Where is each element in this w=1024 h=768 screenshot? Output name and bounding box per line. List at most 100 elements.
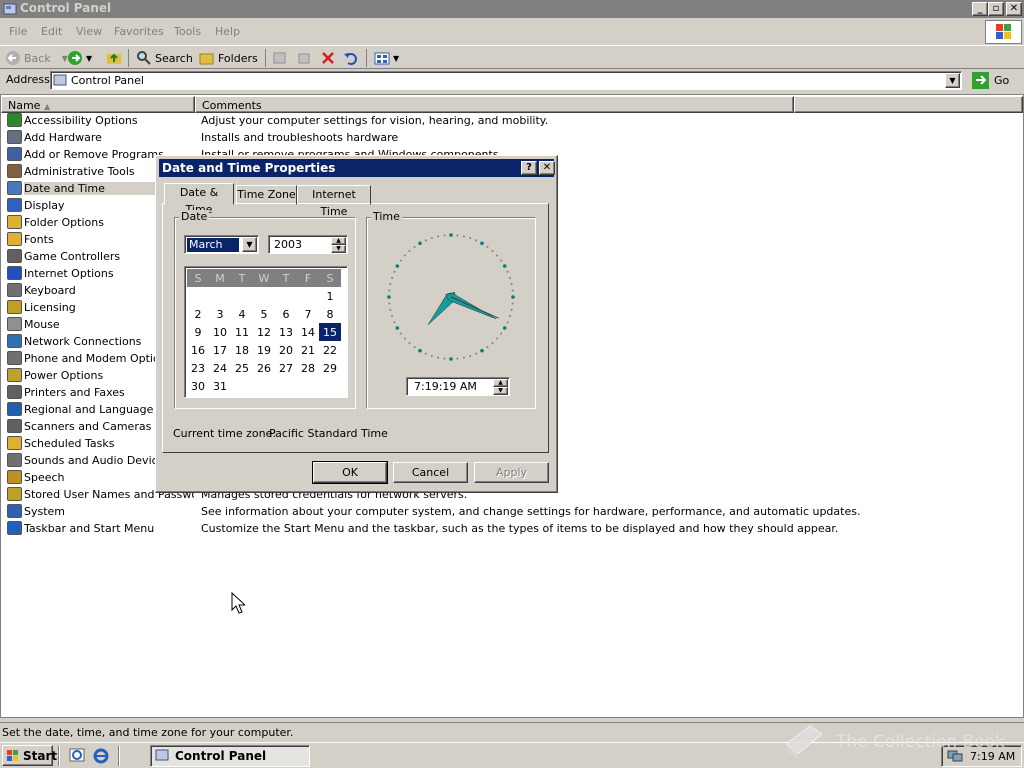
- standard-toolbar: Back ▼ ▼ Search Folders ▼: [0, 45, 1024, 69]
- calendar-day[interactable]: 27: [275, 359, 297, 377]
- undo-icon[interactable]: [343, 50, 359, 66]
- calendar-day: [231, 377, 253, 395]
- clock-minute-mark: [388, 289, 391, 292]
- item-icon: [7, 249, 22, 263]
- calendar[interactable]: SMTWTFS 1 2 3 4 5 6 7 8 9 10 11 12 13 14 15 16 17 18 19 20 2…: [184, 266, 348, 398]
- dialog-help-button[interactable]: ?: [521, 161, 537, 175]
- tab-time-zone[interactable]: Time Zone: [236, 185, 297, 205]
- menu-tools[interactable]: Tools: [174, 25, 201, 38]
- year-down-button[interactable]: ▼: [331, 245, 346, 253]
- ok-button[interactable]: OK: [312, 461, 388, 484]
- clock-minute-mark: [486, 245, 489, 248]
- calendar-day[interactable]: 5: [253, 305, 275, 323]
- month-select[interactable]: March ▼: [184, 235, 259, 254]
- list-item[interactable]: Add Hardware Installs and troubleshoots h…: [3, 129, 1003, 146]
- clock-hour-mark: [387, 295, 391, 299]
- clock-minute-mark: [456, 234, 459, 237]
- calendar-day[interactable]: 30: [187, 377, 209, 395]
- calendar-day[interactable]: 21: [297, 341, 319, 359]
- menu-view[interactable]: View: [76, 25, 102, 38]
- folders-button[interactable]: Folders: [199, 50, 258, 66]
- menu-favorites[interactable]: Favorites: [114, 25, 164, 38]
- calendar-day[interactable]: 22: [319, 341, 341, 359]
- forward-button[interactable]: ▼: [67, 50, 92, 66]
- dialog-close-button[interactable]: ✕: [539, 161, 555, 175]
- calendar-day[interactable]: 12: [253, 323, 275, 341]
- calendar-day[interactable]: 1: [319, 287, 341, 305]
- go-button[interactable]: Go: [970, 71, 1020, 90]
- calendar-day[interactable]: 17: [209, 341, 231, 359]
- item-comment: Adjust your computer settings for vision…: [201, 114, 549, 127]
- address-input[interactable]: Control Panel ▼: [50, 71, 962, 90]
- month-dropdown-button[interactable]: ▼: [242, 237, 257, 252]
- list-item[interactable]: Taskbar and Start Menu Customize the Star…: [3, 520, 1003, 537]
- item-name: Add Hardware: [24, 131, 102, 144]
- start-button[interactable]: Start: [2, 745, 57, 766]
- apply-button[interactable]: Apply: [474, 462, 549, 483]
- clock-second-hand: [450, 296, 499, 319]
- delete-icon[interactable]: [320, 50, 336, 66]
- calendar-day[interactable]: 28: [297, 359, 319, 377]
- calendar-day[interactable]: 4: [231, 305, 253, 323]
- internet-explorer-icon[interactable]: [93, 747, 110, 764]
- year-stepper[interactable]: 2003 ▲ ▼: [268, 235, 348, 254]
- calendar-day[interactable]: 9: [187, 323, 209, 341]
- menu-file[interactable]: File: [9, 25, 27, 38]
- dialog-title: Date and Time Properties: [162, 161, 336, 175]
- minimize-button[interactable]: _: [972, 2, 988, 16]
- list-item[interactable]: System See information about your compute…: [3, 503, 1003, 520]
- calendar-day[interactable]: 13: [275, 323, 297, 341]
- calendar-day[interactable]: 23: [187, 359, 209, 377]
- calendar-day[interactable]: 26: [253, 359, 275, 377]
- back-button[interactable]: Back ▼: [5, 50, 68, 66]
- move-to-icon[interactable]: [272, 50, 288, 66]
- calendar-day[interactable]: 14: [297, 323, 319, 341]
- calendar-day[interactable]: 25: [231, 359, 253, 377]
- menu-edit[interactable]: Edit: [41, 25, 62, 38]
- time-down-button[interactable]: ▼: [493, 387, 508, 395]
- show-desktop-icon[interactable]: [69, 747, 86, 764]
- up-folder-button[interactable]: [106, 50, 122, 66]
- column-header-name[interactable]: Name ▲: [1, 96, 195, 113]
- taskbar-button-control-panel[interactable]: Control Panel: [150, 745, 310, 767]
- tab-internet-time[interactable]: Internet Time: [297, 185, 371, 218]
- calendar-day[interactable]: 19: [253, 341, 275, 359]
- views-button[interactable]: ▼: [374, 50, 399, 66]
- calendar-day[interactable]: 20: [275, 341, 297, 359]
- calendar-day[interactable]: 10: [209, 323, 231, 341]
- calendar-day[interactable]: 31: [209, 377, 231, 395]
- year-up-button[interactable]: ▲: [331, 237, 346, 245]
- calendar-day[interactable]: 2: [187, 305, 209, 323]
- search-button[interactable]: Search: [136, 50, 193, 66]
- menu-help[interactable]: Help: [215, 25, 240, 38]
- cancel-button[interactable]: Cancel: [393, 462, 468, 483]
- calendar-day[interactable]: 11: [231, 323, 253, 341]
- item-icon: [7, 521, 22, 535]
- calendar-day[interactable]: 7: [297, 305, 319, 323]
- column-header-comments[interactable]: Comments: [195, 96, 794, 113]
- time-stepper[interactable]: 7:19:19 AM ▲ ▼: [406, 377, 510, 396]
- calendar-day-selected[interactable]: 15: [319, 323, 341, 341]
- close-button[interactable]: ✕: [1006, 2, 1022, 16]
- calendar-day[interactable]: 29: [319, 359, 341, 377]
- calendar-week: 30 31: [187, 377, 341, 395]
- item-comment: Installs and troubleshoots hardware: [201, 131, 399, 144]
- copy-to-icon[interactable]: [296, 50, 312, 66]
- calendar-day[interactable]: 16: [187, 341, 209, 359]
- address-dropdown-button[interactable]: ▼: [945, 73, 960, 88]
- start-label: Start: [23, 749, 58, 763]
- tab-date-time[interactable]: Date & Time: [164, 183, 234, 216]
- list-item[interactable]: Accessibility Options Adjust your compute…: [3, 112, 1003, 129]
- clock-minute-mark: [486, 346, 489, 349]
- windows-flag-icon: [7, 750, 18, 761]
- time-up-button[interactable]: ▲: [493, 379, 508, 387]
- clock-hour-mark: [480, 241, 484, 246]
- clock-minute-mark: [430, 237, 433, 240]
- calendar-day[interactable]: 18: [231, 341, 253, 359]
- calendar-day[interactable]: 3: [209, 305, 231, 323]
- restore-button[interactable]: ▫: [988, 2, 1004, 16]
- calendar-day[interactable]: 24: [209, 359, 231, 377]
- clock-minute-mark: [500, 332, 503, 335]
- calendar-day[interactable]: 8: [319, 305, 341, 323]
- calendar-day[interactable]: 6: [275, 305, 297, 323]
